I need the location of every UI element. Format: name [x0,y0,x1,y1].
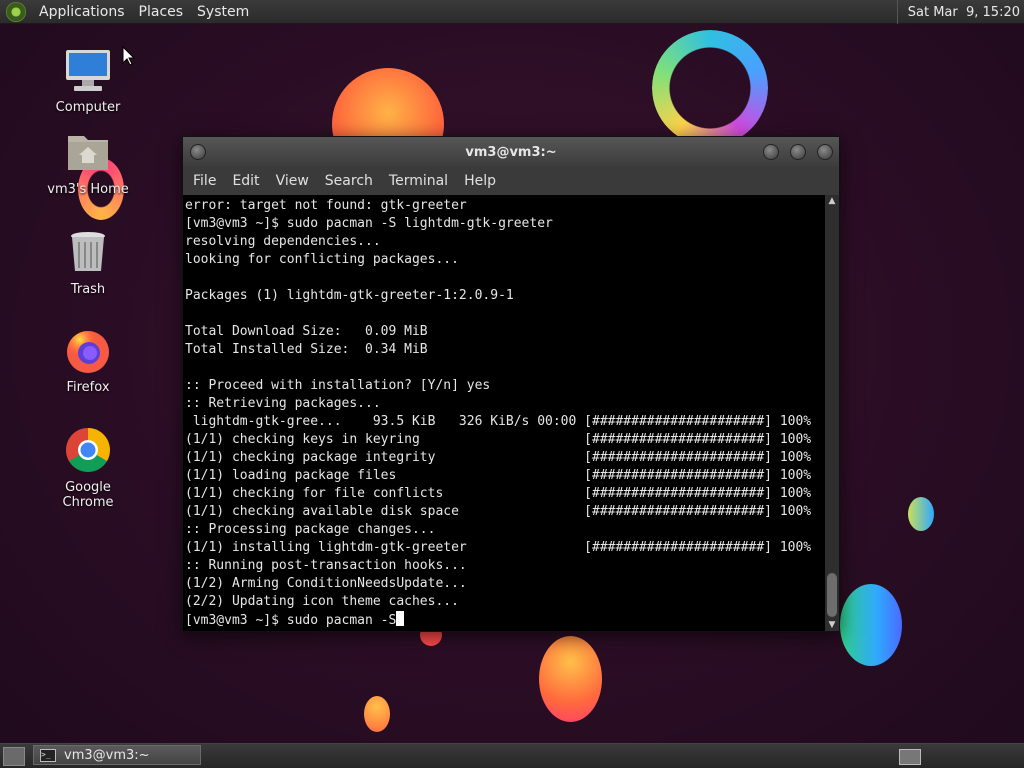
terminal-line: lightdm-gtk-gree... 93.5 KiB 326 KiB/s 0… [185,414,812,429]
menu-view[interactable]: View [270,173,319,189]
taskbar-terminal-button[interactable]: >_ vm3@vm3:~ [33,745,201,765]
desktop-icon-chrome[interactable]: Google Chrome [40,426,136,510]
terminal-line: (1/2) Arming ConditionNeedsUpdate... [185,576,467,591]
window-titlebar[interactable]: vm3@vm3:~ [183,137,839,167]
window-menu-icon[interactable] [190,144,206,160]
desktop-icon-label: Trash [70,282,106,297]
terminal-line: :: Processing package changes... [185,522,436,537]
clock[interactable]: Sat Mar 9, 15:20 [896,0,1024,24]
terminal-line: (1/1) checking for file conflicts [#####… [185,486,812,501]
terminal-scrollbar[interactable]: ▲ ▼ [825,195,839,631]
window-menubar: File Edit View Search Terminal Help [183,167,839,195]
top-panel: Applications Places System Sat Mar 9, 15… [0,0,1024,24]
terminal-line: (2/2) Updating icon theme caches... [185,594,459,609]
decor-small-blue [908,497,934,531]
close-icon[interactable] [817,144,833,160]
menu-terminal[interactable]: Terminal [383,173,458,189]
decor-ring [652,30,768,146]
scrollbar-thumb[interactable] [827,573,837,617]
menu-applications[interactable]: Applications [32,4,132,20]
menu-system[interactable]: System [190,4,256,20]
terminal-line: (1/1) loading package files [###########… [185,468,812,483]
chrome-icon [64,426,112,474]
minimize-icon[interactable] [763,144,779,160]
taskbar-label: vm3@vm3:~ [64,747,150,763]
clock-text: Sat Mar 9, 15:20 [907,4,1020,20]
terminal-line: (1/1) checking available disk space [###… [185,504,812,519]
decor-blue-green-oval [840,584,902,666]
desktop-icon-label: Computer [55,100,121,115]
menu-search[interactable]: Search [319,173,383,189]
terminal-line: :: Running post-transaction hooks... [185,558,467,573]
desktop-icon-label: Firefox [66,380,110,395]
home-folder-icon [64,128,112,176]
terminal-output[interactable]: error: target not found: gtk-greeter [vm… [183,195,825,631]
terminal-line: (1/1) checking package integrity [######… [185,450,812,465]
scroll-up-icon[interactable]: ▲ [825,195,839,207]
desktop-icon-label: vm3's Home [47,182,129,197]
desktop-icon-trash[interactable]: Trash [40,228,136,297]
computer-icon [64,46,112,94]
scroll-down-icon[interactable]: ▼ [825,619,839,631]
firefox-icon [64,326,112,374]
desktop-icon-firefox[interactable]: Firefox [40,326,136,395]
terminal-line: Packages (1) lightdm-gtk-greeter-1:2.0.9… [185,288,514,303]
bottom-panel: >_ vm3@vm3:~ [0,743,1024,768]
terminal-line: resolving dependencies... [185,234,381,249]
terminal-line: (1/1) installing lightdm-gtk-greeter [##… [185,540,812,555]
terminal-line: looking for conflicting packages... [185,252,459,267]
workspace-switcher[interactable] [899,749,921,765]
window-title: vm3@vm3:~ [465,144,557,160]
decor-orange-oval [539,636,602,722]
distro-logo-icon[interactable] [6,1,26,22]
desktop-icon-label: Google Chrome [62,480,114,510]
terminal-window[interactable]: vm3@vm3:~ File Edit View Search Terminal… [182,136,840,632]
desktop-icon-home[interactable]: vm3's Home [40,128,136,197]
menu-places[interactable]: Places [132,4,191,20]
decor-small-orange [364,696,390,732]
terminal-line: :: Retrieving packages... [185,396,381,411]
terminal-line: error: target not found: gtk-greeter [185,198,467,213]
terminal-line: [vm3@vm3 ~]$ sudo pacman -S lightdm-gtk-… [185,216,553,231]
menu-edit[interactable]: Edit [226,173,269,189]
maximize-icon[interactable] [790,144,806,160]
text-cursor [396,611,405,626]
terminal-prompt: [vm3@vm3 ~]$ sudo pacman -S [185,613,397,628]
terminal-prompt-line: [vm3@vm3 ~]$ sudo pacman -S [185,611,825,629]
terminal-icon: >_ [40,748,56,762]
terminal-line: Total Download Size: 0.09 MiB [185,324,428,339]
menu-file[interactable]: File [187,173,226,189]
trash-icon [64,228,112,276]
menu-help[interactable]: Help [458,173,506,189]
show-desktop-icon[interactable] [3,747,25,766]
terminal-line: :: Proceed with installation? [Y/n] yes [185,378,491,393]
terminal-line: Total Installed Size: 0.34 MiB [185,342,428,357]
terminal-line: (1/1) checking keys in keyring [########… [185,432,812,447]
